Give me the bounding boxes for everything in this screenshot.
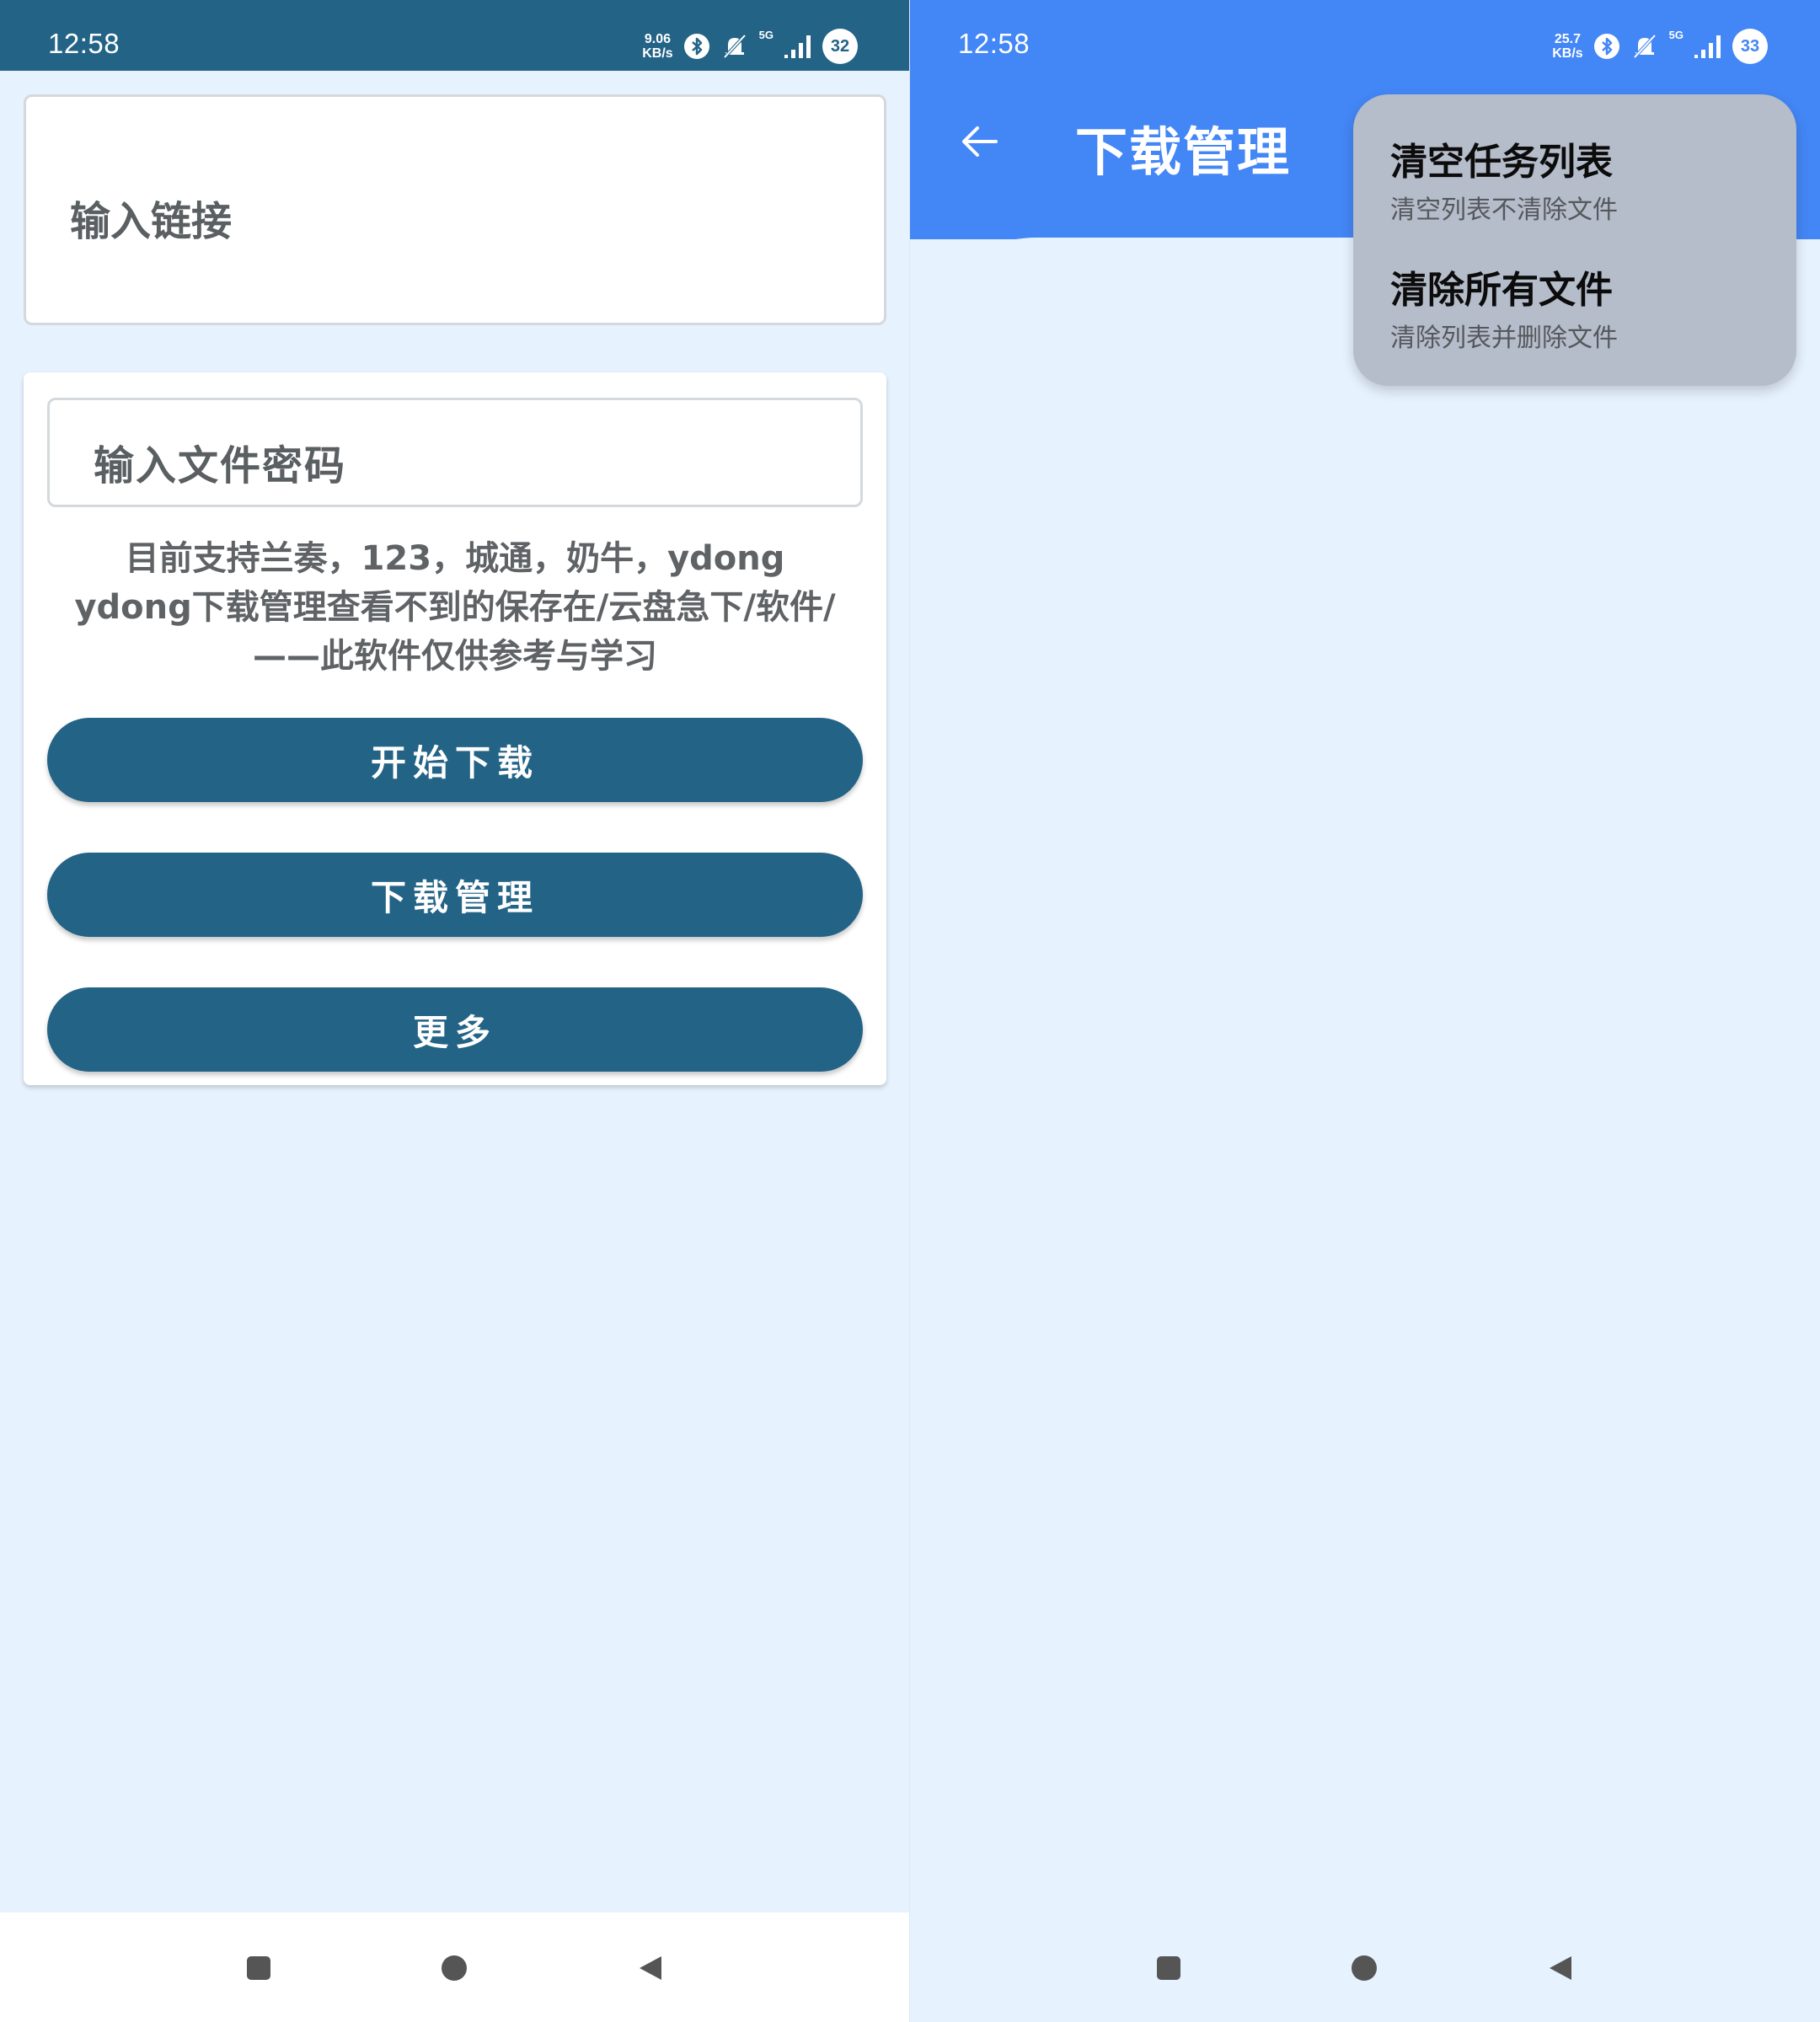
network-type: 5G	[758, 29, 774, 41]
mute-bell-icon	[1633, 34, 1657, 59]
status-icons: 25.7 KB/s 5G 33	[1552, 29, 1768, 64]
network-type: 5G	[1668, 29, 1684, 41]
navigation-bar	[0, 1912, 910, 2022]
menu-item-clear-tasks-desc: 清空列表不清除文件	[1390, 195, 1618, 225]
recent-apps-icon[interactable]	[1157, 1956, 1180, 1980]
navigation-bar	[910, 1912, 1820, 2022]
overflow-menu: 清空任务列表 清空列表不清除文件 清除所有文件 清除列表并删除文件	[1353, 94, 1796, 386]
download-card: 输入文件密码 目前支持兰奏，123，城通，奶牛，ydong ydong下载管理查…	[24, 372, 886, 1085]
more-button[interactable]: 更多	[47, 987, 863, 1072]
menu-item-clear-files[interactable]: 清除所有文件	[1390, 259, 1613, 313]
info-line: 目前支持兰奏，123，城通，奶牛，ydong	[125, 539, 785, 578]
network-speed-unit: KB/s	[1552, 46, 1583, 61]
battery-indicator: 33	[1732, 29, 1768, 64]
start-download-button[interactable]: 开始下载	[47, 718, 863, 802]
mute-bell-icon	[723, 34, 747, 59]
download-manager-button[interactable]: 下载管理	[47, 853, 863, 937]
status-icons: 9.06 KB/s 5G 32	[642, 29, 858, 64]
download-manager-screen: 12:58 25.7 KB/s 5G 33 下载管理 清空任务列表 清空列表不清…	[910, 0, 1820, 2022]
recent-apps-icon[interactable]	[247, 1956, 270, 1980]
status-bar: 12:58 9.06 KB/s 5G 32	[0, 0, 910, 71]
menu-item-clear-files-desc: 清除列表并删除文件	[1390, 324, 1618, 353]
bluetooth-icon	[683, 34, 709, 59]
network-speed-unit: KB/s	[642, 46, 673, 61]
signal-icon	[784, 35, 811, 58]
status-bar: 12:58 25.7 KB/s 5G 33	[910, 0, 1820, 71]
link-input[interactable]: 输入链接	[24, 94, 886, 325]
password-input[interactable]: 输入文件密码	[47, 398, 863, 507]
link-input-placeholder: 输入链接	[70, 198, 233, 245]
back-arrow-icon[interactable]	[956, 118, 1003, 165]
status-time: 12:58	[48, 28, 120, 59]
info-line: ——此软件仅供参考与学习	[253, 637, 657, 676]
menu-item-clear-tasks[interactable]: 清空任务列表	[1390, 131, 1613, 185]
signal-icon	[1694, 35, 1721, 58]
back-icon[interactable]	[1550, 1956, 1571, 1980]
support-info: 目前支持兰奏，123，城通，奶牛，ydong ydong下载管理查看不到的保存在…	[24, 534, 886, 681]
info-line: ydong下载管理查看不到的保存在/云盘急下/软件/	[74, 588, 836, 627]
back-icon[interactable]	[640, 1956, 661, 1980]
network-speed: 25.7 KB/s	[1552, 32, 1582, 61]
home-icon[interactable]	[442, 1955, 467, 1981]
battery-indicator: 32	[822, 29, 858, 64]
main-screen: 12:58 9.06 KB/s 5G 32 输入链接 输入文件密码 目前支持兰奏…	[0, 0, 910, 2022]
home-icon[interactable]	[1352, 1955, 1377, 1981]
screen: 12:58 9.06 KB/s 5G 32 输入链接 输入文件密码 目前支持兰奏…	[0, 0, 1820, 2022]
password-input-placeholder: 输入文件密码	[94, 442, 347, 489]
network-speed-value: 9.06	[644, 32, 671, 46]
network-speed-value: 25.7	[1554, 32, 1581, 46]
content-area	[910, 238, 1820, 2022]
bluetooth-icon	[1593, 34, 1619, 59]
page-title: 下载管理	[1075, 121, 1292, 183]
status-time: 12:58	[958, 28, 1030, 59]
network-speed: 9.06 KB/s	[642, 32, 672, 61]
